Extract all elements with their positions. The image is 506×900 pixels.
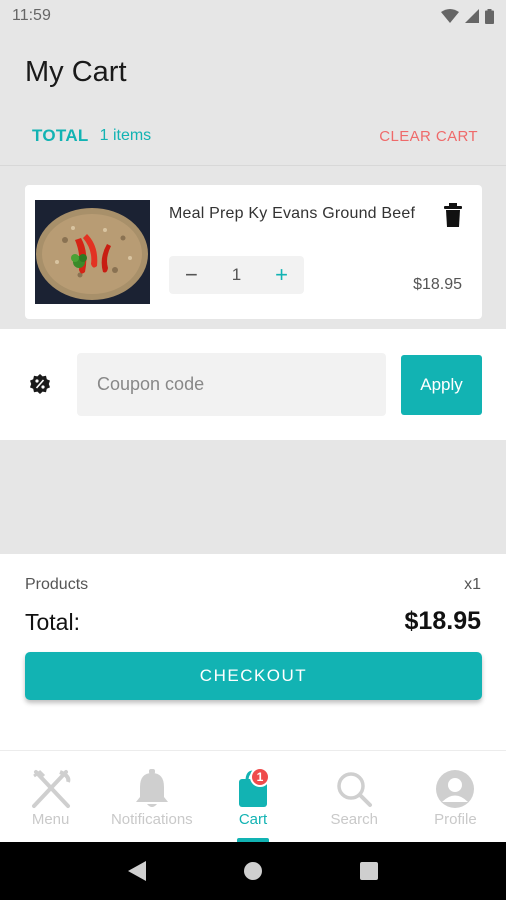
nav-item-search[interactable]: Search — [304, 751, 405, 842]
clear-cart-button[interactable]: CLEAR CART — [379, 128, 478, 145]
bell-icon — [130, 767, 174, 811]
products-label: Products — [25, 576, 89, 593]
status-icons — [441, 8, 494, 24]
page-title: My Cart — [25, 56, 127, 88]
recents-icon[interactable] — [359, 862, 378, 880]
quantity-value: 1 — [231, 265, 242, 284]
total-amount: $18.95 — [404, 607, 481, 635]
product-image — [35, 200, 150, 304]
system-navigation-bar — [0, 842, 506, 900]
discount-badge-icon — [30, 374, 50, 394]
cart-item-card: Meal Prep Ky Evans Ground Beef − 1 + $18… — [25, 185, 482, 319]
nav-item-notifications[interactable]: Notifications — [101, 751, 202, 842]
back-icon[interactable] — [128, 861, 147, 881]
increment-button[interactable]: + — [275, 264, 288, 286]
cart-summary-row: TOTAL 1 items CLEAR CART — [32, 126, 478, 146]
nav-label-menu: Menu — [31, 811, 70, 828]
battery-icon — [485, 8, 494, 24]
coupon-section: Apply — [0, 329, 506, 440]
nav-item-cart[interactable]: 1 Cart — [202, 751, 303, 842]
status-time: 11:59 — [12, 7, 51, 24]
nav-label-search: Search — [330, 811, 378, 828]
quantity-stepper: − 1 + — [169, 256, 304, 294]
nav-label-cart: Cart — [238, 811, 268, 828]
nav-item-profile[interactable]: Profile — [405, 751, 506, 842]
coupon-code-input[interactable] — [77, 353, 386, 416]
checkout-button[interactable]: CHECKOUT — [25, 652, 482, 700]
decrement-button[interactable]: − — [185, 264, 198, 286]
nav-label-profile: Profile — [434, 811, 477, 828]
home-icon[interactable] — [243, 861, 263, 881]
order-summary: Products x1 Total: $18.95 CHECKOUT — [0, 554, 506, 750]
total-label: Total: — [25, 609, 80, 635]
status-bar: 11:59 — [0, 0, 506, 32]
nav-item-menu[interactable]: Menu — [0, 751, 101, 842]
product-name: Meal Prep Ky Evans Ground Beef — [169, 205, 416, 222]
shopping-bag-icon: 1 — [231, 767, 275, 811]
cart-header: My Cart TOTAL 1 items CLEAR CART — [0, 32, 506, 166]
product-price: $18.95 — [413, 276, 462, 293]
signal-icon — [465, 9, 479, 23]
apply-coupon-button[interactable]: Apply — [401, 355, 482, 415]
trash-icon[interactable] — [443, 203, 463, 227]
nav-label-notifications: Notifications — [110, 811, 193, 828]
search-icon — [332, 767, 376, 811]
utensils-icon — [29, 767, 73, 811]
bottom-navigation: Menu Notifications 1 Cart Search Profile — [0, 750, 506, 842]
wifi-icon — [441, 9, 459, 23]
user-circle-icon — [433, 767, 477, 811]
items-count: 1 items — [99, 127, 152, 144]
cart-badge: 1 — [250, 767, 270, 787]
products-count: x1 — [464, 576, 481, 593]
total-label: TOTAL — [32, 126, 89, 145]
